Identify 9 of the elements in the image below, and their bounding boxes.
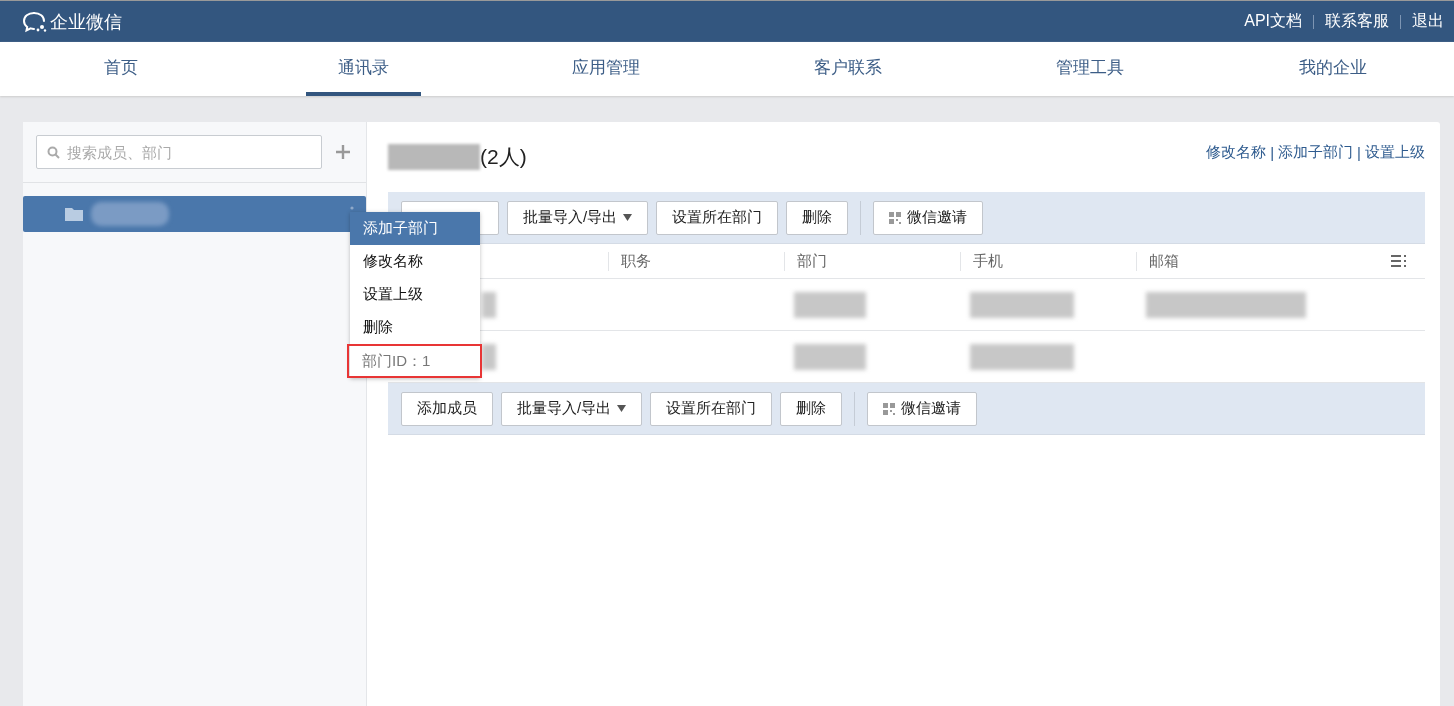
product-name: 企业微信 bbox=[50, 10, 122, 34]
member-count: (2人) bbox=[480, 144, 527, 170]
column-header: 部门 bbox=[784, 251, 960, 271]
department-id-label: 部门ID：1 bbox=[347, 344, 482, 378]
column-header: 手机 bbox=[960, 251, 1136, 271]
column-header: 邮箱 bbox=[1136, 251, 1312, 271]
separator: | bbox=[1357, 143, 1361, 161]
column-header: 职务 bbox=[608, 251, 784, 271]
separator: | bbox=[1270, 143, 1275, 161]
